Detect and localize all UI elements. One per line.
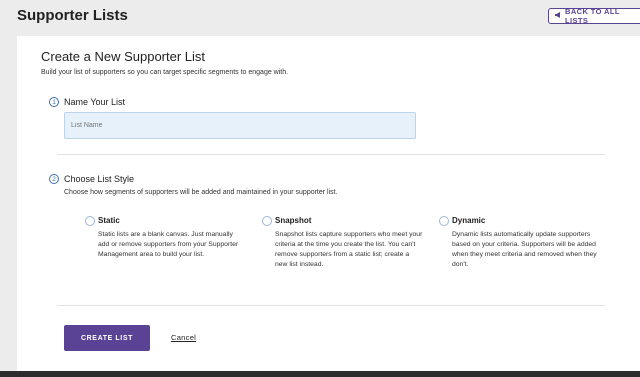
- dynamic-radio[interactable]: [439, 216, 449, 226]
- megaphone-icon: [555, 12, 562, 20]
- step-2-title: Choose List Style: [64, 174, 135, 184]
- section-divider: [57, 305, 605, 306]
- step-2-subtitle: Choose how segments of supporters will b…: [64, 189, 338, 196]
- cancel-link[interactable]: Cancel: [171, 333, 196, 342]
- step-1-number-badge: 1: [49, 97, 59, 107]
- option-title: Static: [98, 216, 120, 225]
- static-radio[interactable]: [85, 216, 95, 226]
- option-description: Dynamic lists automatically update suppo…: [452, 231, 597, 268]
- option-title: Snapshot: [275, 216, 312, 225]
- section-divider: [57, 154, 605, 155]
- back-button-label: BACK TO ALL LISTS: [565, 7, 620, 25]
- form-subtitle: Build your list of supporters so you can…: [41, 69, 289, 76]
- step-1-title: Name Your List: [64, 97, 126, 107]
- option-description: Snapshot lists capture supporters who me…: [275, 231, 423, 268]
- step-2-number-badge: 2: [49, 174, 59, 184]
- list-name-input[interactable]: [64, 112, 416, 139]
- option-description: Static lists are a blank canvas. Just ma…: [98, 231, 239, 258]
- page-title: Supporter Lists: [17, 7, 128, 24]
- back-to-all-lists-button[interactable]: BACK TO ALL LISTS: [548, 7, 640, 25]
- page-header: Supporter Lists BACK TO ALL LISTS: [0, 0, 640, 36]
- bottom-bar: [0, 371, 640, 377]
- option-title: Dynamic: [452, 216, 486, 225]
- create-list-button[interactable]: CREATE LIST: [64, 325, 150, 351]
- snapshot-radio[interactable]: [262, 216, 272, 226]
- form-title: Create a New Supporter List: [41, 49, 206, 64]
- create-list-card: Create a New Supporter List Build your l…: [17, 36, 640, 371]
